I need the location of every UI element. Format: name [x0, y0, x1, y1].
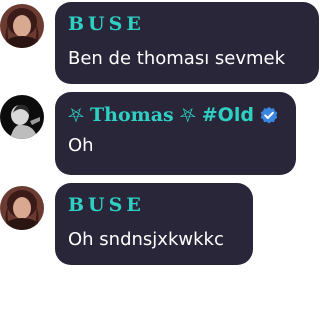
message-text: Oh sndnsjxkwkkc — [68, 229, 224, 250]
avatar-buse — [0, 4, 44, 48]
message-text: Ben de thoması sevmek — [68, 48, 286, 69]
avatar-thomas — [0, 95, 44, 139]
author-name[interactable]: BUSE — [68, 194, 145, 216]
avatar[interactable] — [0, 95, 44, 139]
avatar[interactable] — [0, 4, 44, 48]
author-name[interactable]: BUSE — [68, 13, 145, 35]
message-bubble[interactable]: ⛧ Thomas ⛧ #Old Oh — [55, 92, 296, 175]
avatar-buse — [0, 186, 44, 230]
message-bubble[interactable]: BUSE Ben de thoması sevmek — [55, 2, 319, 84]
message-bubble[interactable]: BUSE Oh sndnsjxkwkkc — [55, 183, 253, 265]
avatar[interactable] — [0, 186, 44, 230]
message-text: Oh — [68, 135, 94, 156]
pentagram-icon: ⛧ — [68, 103, 84, 127]
pentagram-icon: ⛧ — [179, 103, 196, 127]
author-tag: #Old — [201, 104, 254, 126]
author-name-text: Thomas — [90, 104, 174, 126]
author-name[interactable]: ⛧ Thomas ⛧ #Old — [68, 103, 278, 127]
verified-badge-icon — [260, 106, 278, 124]
